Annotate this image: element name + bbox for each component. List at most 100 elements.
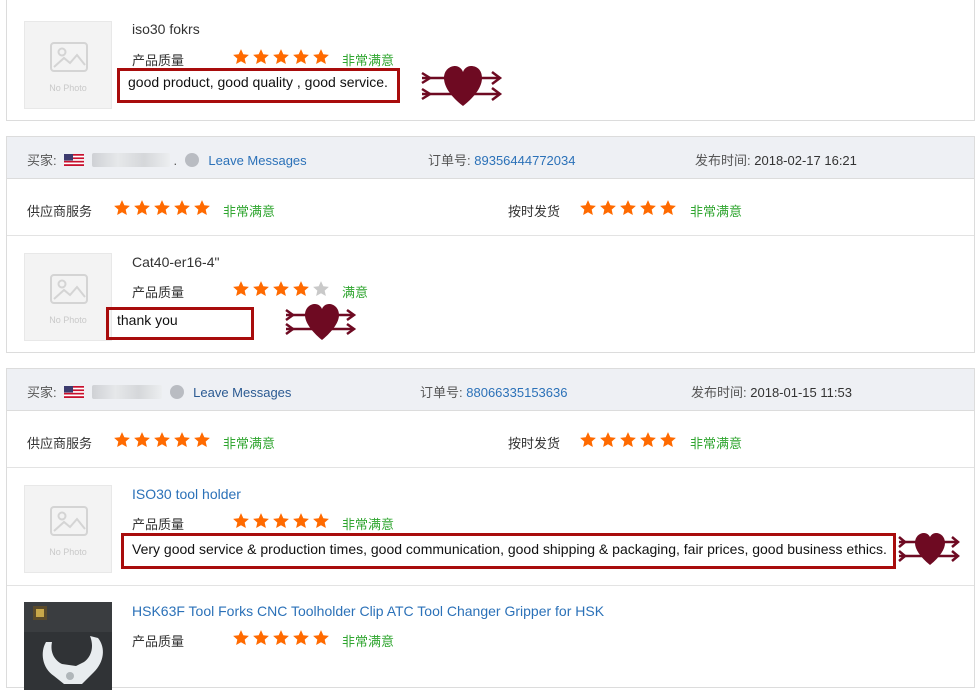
- quality-label: 产品质量: [132, 53, 185, 68]
- order-number-group: 订单号: 88066335153636: [420, 382, 567, 401]
- publish-time: 2018-02-17 16:21: [754, 153, 857, 168]
- buyer-name-redacted: [91, 153, 170, 167]
- star-icon: [620, 200, 636, 216]
- comment-highlight-box: thank you: [106, 307, 254, 340]
- star-icon: [313, 281, 329, 297]
- star-icon: [233, 630, 249, 646]
- heart-arrows-icon: [898, 533, 960, 565]
- product-thumbnail[interactable]: No Photo: [24, 253, 112, 341]
- star-icon: [273, 281, 289, 297]
- star-icon: [600, 432, 616, 448]
- star-icon: [273, 513, 289, 529]
- publish-time-group: 发布时间: 2018-02-17 16:21: [695, 150, 857, 169]
- star-icon: [273, 49, 289, 65]
- star-icon: [313, 49, 329, 65]
- no-photo-label: No Photo: [49, 83, 87, 93]
- supplier-service-label: 供应商服务: [27, 204, 93, 219]
- on-time-shipping-rating-text: 非常满意: [690, 204, 743, 219]
- supplier-service-rating-text: 非常满意: [223, 436, 276, 451]
- buyer-suffix: .: [173, 153, 178, 168]
- star-icon: [313, 513, 329, 529]
- quality-stars: [232, 48, 330, 66]
- product-thumbnail[interactable]: No Photo: [24, 21, 112, 109]
- star-icon: [273, 630, 289, 646]
- on-time-shipping-stars: [579, 431, 677, 449]
- star-icon: [293, 49, 309, 65]
- product-title-link[interactable]: HSK63F Tool Forks CNC Toolholder Clip AT…: [132, 603, 604, 619]
- star-icon: [253, 281, 269, 297]
- star-icon: [134, 200, 150, 216]
- product-image[interactable]: [24, 602, 112, 690]
- avatar-icon: [184, 153, 199, 167]
- star-icon: [233, 281, 249, 297]
- buyer-name-redacted: [91, 385, 162, 399]
- us-flag-icon: [64, 386, 85, 398]
- tool-fork-product-photo: [24, 602, 112, 690]
- star-icon: [600, 200, 616, 216]
- on-time-shipping-label: 按时发货: [508, 436, 561, 451]
- star-icon: [640, 200, 656, 216]
- leave-messages-link[interactable]: Leave Messages: [193, 385, 291, 400]
- star-icon: [154, 432, 170, 448]
- star-icon: [174, 432, 190, 448]
- publish-time: 2018-01-15 11:53: [750, 385, 852, 400]
- buyer-label: 买家:: [27, 385, 57, 400]
- product-title-link[interactable]: ISO30 tool holder: [132, 486, 241, 502]
- review-comment: Very good service & production times, go…: [132, 541, 887, 557]
- quality-stars: [232, 512, 330, 530]
- heart-arrows-icon: [285, 304, 357, 340]
- star-icon: [660, 200, 676, 216]
- star-icon: [580, 432, 596, 448]
- star-icon: [253, 630, 269, 646]
- row-divider: [7, 235, 974, 236]
- order-number-link[interactable]: 88066335153636: [466, 385, 567, 400]
- time-label: 发布时间:: [695, 153, 751, 168]
- supplier-service-stars: [113, 199, 211, 217]
- quality-label: 产品质量: [132, 634, 185, 649]
- star-icon: [293, 281, 309, 297]
- order-label: 订单号:: [428, 153, 471, 168]
- star-icon: [233, 49, 249, 65]
- star-icon: [313, 630, 329, 646]
- star-icon: [660, 432, 676, 448]
- star-icon: [620, 432, 636, 448]
- order-header: 买家: . Leave Messages 订单号: 89356444772034…: [7, 137, 974, 179]
- quality-label: 产品质量: [132, 285, 185, 300]
- review-card-1: No Photo iso30 fokrs 产品质量 非常满意 good prod…: [6, 0, 975, 121]
- star-icon: [174, 200, 190, 216]
- order-label: 订单号:: [420, 385, 463, 400]
- time-label: 发布时间:: [691, 385, 747, 400]
- order-number-group: 订单号: 89356444772034: [428, 150, 575, 169]
- star-icon: [293, 513, 309, 529]
- leave-messages-link[interactable]: Leave Messages: [208, 153, 306, 168]
- star-icon: [253, 513, 269, 529]
- review-card-3: 买家: Leave Messages 订单号: 88066335153636 发…: [6, 368, 975, 690]
- star-icon: [154, 200, 170, 216]
- on-time-shipping-stars: [579, 199, 677, 217]
- star-icon: [580, 200, 596, 216]
- star-icon: [134, 432, 150, 448]
- avatar-icon: [169, 385, 184, 399]
- star-icon: [640, 432, 656, 448]
- us-flag-icon: [64, 154, 85, 166]
- no-photo-label: No Photo: [49, 547, 87, 557]
- quality-rating-text: 非常满意: [342, 517, 395, 532]
- publish-time-group: 发布时间: 2018-01-15 11:53: [691, 382, 852, 401]
- quality-rating-text: 满意: [342, 285, 369, 300]
- product-title: Cat40-er16-4": [132, 254, 220, 270]
- star-icon: [114, 432, 130, 448]
- star-icon: [253, 49, 269, 65]
- star-icon: [233, 513, 249, 529]
- row-divider: [7, 467, 974, 468]
- quality-label: 产品质量: [132, 517, 185, 532]
- comment-highlight-box: good product, good quality , good servic…: [117, 68, 400, 103]
- star-icon: [194, 200, 210, 216]
- order-number-link[interactable]: 89356444772034: [474, 153, 575, 168]
- on-time-shipping-rating-text: 非常满意: [690, 436, 743, 451]
- supplier-service-label: 供应商服务: [27, 436, 93, 451]
- product-title: iso30 fokrs: [132, 21, 200, 37]
- product-thumbnail[interactable]: No Photo: [24, 485, 112, 573]
- quality-stars: [232, 629, 330, 647]
- buyer-info: 买家: Leave Messages: [27, 382, 291, 401]
- star-icon: [194, 432, 210, 448]
